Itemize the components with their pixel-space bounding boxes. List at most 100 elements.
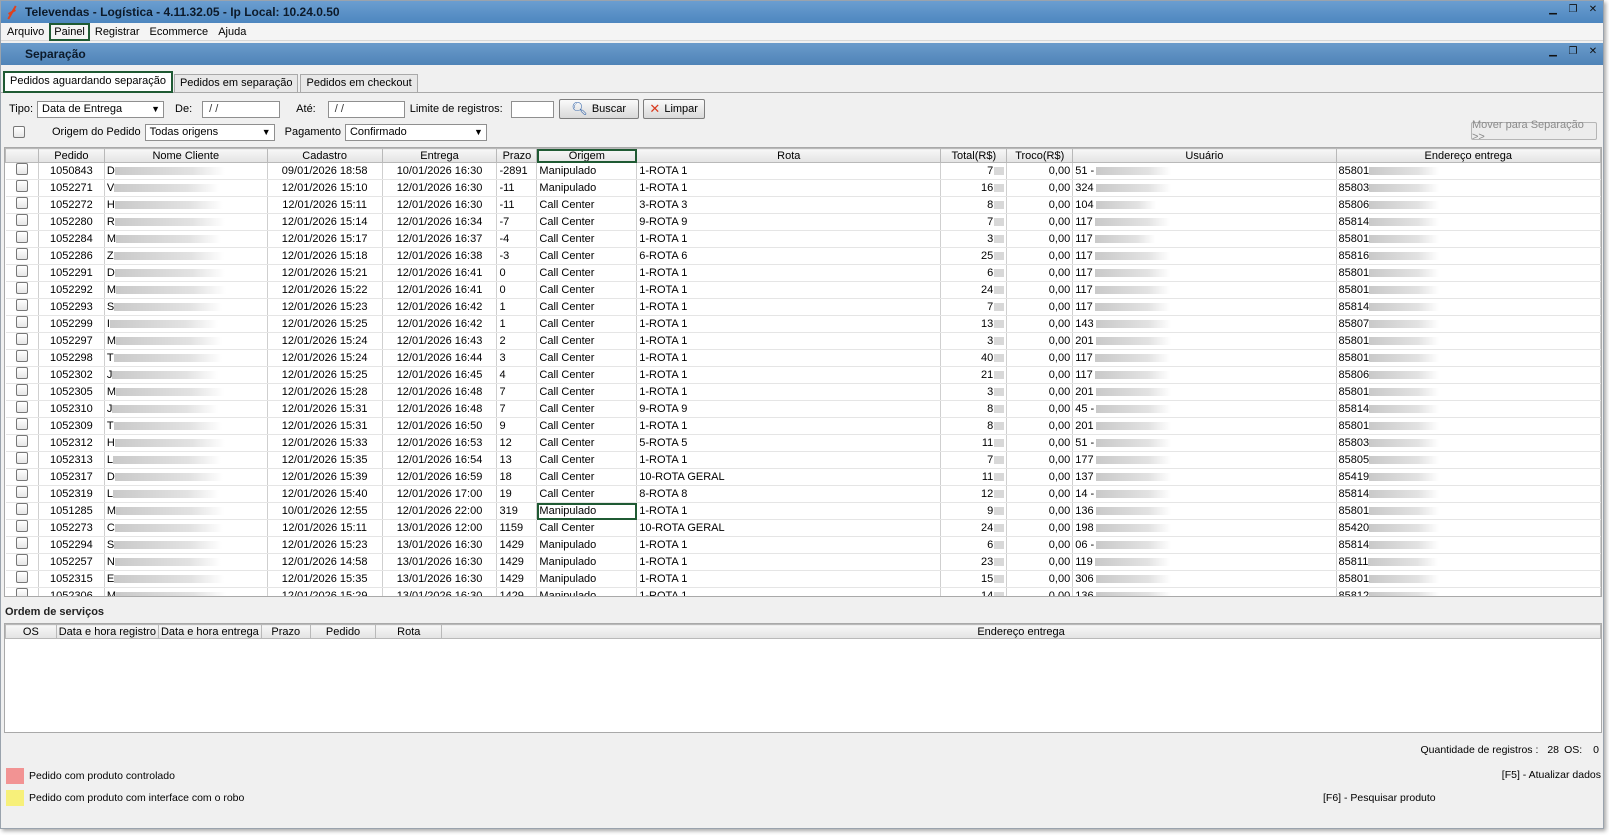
table-row[interactable]: 1052313 L 12/01/2026 15:35 12/01/2026 16:54… [5,451,1601,469]
row-checkbox[interactable] [15,367,28,379]
table-row[interactable]: 1052299 I 12/01/2026 15:25 12/01/2026 16:42… [5,315,1601,333]
restore-icon[interactable]: ❐ [1567,4,1579,16]
menu-registrar[interactable]: Registrar [92,25,143,39]
col-header-usuario[interactable]: Usuário [1072,148,1337,163]
os-col-data-registro[interactable]: Data e hora registro [55,624,159,639]
row-checkbox[interactable] [15,282,28,294]
pedidos-grid[interactable]: Pedido Nome Cliente Cadastro Entrega Pra… [4,147,1602,597]
os-col-rota[interactable]: Rota [375,624,443,639]
row-checkbox[interactable] [15,503,28,515]
row-checkbox[interactable] [15,418,28,430]
panel-close-icon[interactable]: ✕ [1587,46,1599,58]
row-select-cell [5,196,39,214]
row-checkbox[interactable] [15,248,28,260]
menu-painel[interactable]: Painel [49,22,90,41]
table-row[interactable]: 1052272 H 12/01/2026 15:11 12/01/2026 16:30… [5,196,1601,214]
table-row[interactable]: 1051285 M 10/01/2026 12:55 12/01/2026 22:00… [5,502,1601,520]
row-checkbox[interactable] [15,214,28,226]
table-row[interactable]: 1052257 N 12/01/2026 14:58 13/01/2026 16:30… [5,553,1601,571]
os-col-endereco[interactable]: Endereço entrega [441,624,1601,639]
row-checkbox[interactable] [15,588,28,596]
col-header-origem[interactable]: Origem [536,148,638,163]
origem-select[interactable]: Todas origens ▼ [144,123,275,141]
row-checkbox[interactable] [15,197,28,209]
table-row[interactable]: 1052309 T 12/01/2026 15:31 12/01/2026 16:50… [5,417,1601,435]
row-checkbox[interactable] [15,554,28,566]
menu-ajuda[interactable]: Ajuda [215,25,249,39]
row-checkbox[interactable] [15,163,28,175]
table-row[interactable]: 1052280 R 12/01/2026 15:14 12/01/2026 16:34… [5,213,1601,231]
table-row[interactable]: 1052310 J 12/01/2026 15:31 12/01/2026 16:48… [5,400,1601,418]
table-row[interactable]: 1052294 S 12/01/2026 15:23 13/01/2026 16:30… [5,536,1601,554]
mover-separacao-button[interactable]: Mover para Separação >> [1471,119,1597,143]
row-checkbox[interactable] [15,350,28,362]
panel-minimize-icon[interactable]: ▁ [1547,46,1559,58]
table-row[interactable]: 1052286 Z 12/01/2026 15:18 12/01/2026 16:38… [5,247,1601,265]
close-icon[interactable]: ✕ [1587,4,1599,16]
table-row[interactable]: 1052317 D 12/01/2026 15:39 12/01/2026 16:59… [5,468,1601,486]
col-header-endereco[interactable]: Endereço entrega [1335,148,1601,163]
col-header-nome-cliente[interactable]: Nome Cliente [103,148,268,163]
row-checkbox[interactable] [15,537,28,549]
row-checkbox[interactable] [15,435,28,447]
col-header-troco[interactable]: Troco(R$) [1006,148,1074,163]
de-date-input[interactable]: / / [202,100,281,118]
os-grid[interactable]: OS Data e hora registro Data e hora entr… [4,623,1602,733]
row-checkbox[interactable] [15,384,28,396]
tab-em-checkout[interactable]: Pedidos em checkout [300,74,418,92]
table-row[interactable]: 1052291 D 12/01/2026 15:21 12/01/2026 16:41… [5,264,1601,282]
col-header-total[interactable]: Total(R$) [940,148,1008,163]
table-row[interactable]: 1052284 M 12/01/2026 15:17 12/01/2026 16:37… [5,230,1601,248]
select-all-checkbox[interactable] [13,126,25,138]
table-row[interactable]: 1052273 C 12/01/2026 15:11 13/01/2026 12:00… [5,519,1601,537]
panel-restore-icon[interactable]: ❐ [1567,46,1579,58]
col-header-entrega[interactable]: Entrega [381,148,498,163]
table-row[interactable]: 1052298 T 12/01/2026 15:24 12/01/2026 16:44… [5,349,1601,367]
os-col-prazo[interactable]: Prazo [260,624,311,639]
os-col-pedido[interactable]: Pedido [309,624,377,639]
table-row[interactable]: 1052292 M 12/01/2026 15:22 12/01/2026 16:41… [5,281,1601,299]
row-checkbox[interactable] [15,401,28,413]
row-checkbox[interactable] [15,486,28,498]
limite-registros-input[interactable] [510,100,554,118]
table-row[interactable]: 1052302 J 12/01/2026 15:25 12/01/2026 16:45… [5,366,1601,384]
os-col-data-entrega[interactable]: Data e hora entrega [157,624,262,639]
menu-arquivo[interactable]: Arquivo [4,25,47,39]
table-row[interactable]: 1052315 E 12/01/2026 15:35 13/01/2026 16:30… [5,570,1601,588]
row-checkbox[interactable] [15,265,28,277]
table-row[interactable]: 1052297 M 12/01/2026 15:24 12/01/2026 16:43… [5,332,1601,350]
tipo-select[interactable]: Data de Entrega ▼ [37,100,165,118]
ate-date-input[interactable]: / / [327,100,405,118]
cell-total: 11 [940,434,1008,452]
row-checkbox[interactable] [15,299,28,311]
row-checkbox[interactable] [15,333,28,345]
table-row[interactable]: 1052312 H 12/01/2026 15:33 12/01/2026 16:53… [5,434,1601,452]
total-value: 8 [987,419,994,432]
buscar-button[interactable]: 🔍︎ Buscar [558,99,639,119]
col-header-pedido[interactable]: Pedido [37,148,105,163]
menu-ecommerce[interactable]: Ecommerce [147,25,212,39]
tab-em-separacao[interactable]: Pedidos em separação [173,74,299,92]
table-row[interactable]: 1052319 L 12/01/2026 15:40 12/01/2026 17:00… [5,485,1601,503]
row-checkbox[interactable] [15,231,28,243]
table-row[interactable]: 1050843 D 09/01/2026 18:58 10/01/2026 16:30… [5,162,1601,180]
row-checkbox[interactable] [15,520,28,532]
os-col-os[interactable]: OS [5,624,57,639]
table-row[interactable]: 1052293 S 12/01/2026 15:23 12/01/2026 16:42… [5,298,1601,316]
row-checkbox[interactable] [15,316,28,328]
limpar-button[interactable]: ✕ Limpar [642,99,705,119]
row-checkbox[interactable] [15,469,28,481]
table-row[interactable]: 1052305 M 12/01/2026 15:28 12/01/2026 16:48… [5,383,1601,401]
row-checkbox[interactable] [15,180,28,192]
col-header-prazo[interactable]: Prazo [496,148,538,163]
table-row[interactable]: 1052306 M 12/01/2026 15:29 13/01/2026 16:30… [5,587,1601,596]
table-row[interactable]: 1052271 V 12/01/2026 15:10 12/01/2026 16:30… [5,179,1601,197]
col-header-cadastro[interactable]: Cadastro [266,148,383,163]
row-checkbox[interactable] [15,452,28,464]
col-header-rota[interactable]: Rota [636,148,942,163]
minimize-icon[interactable]: ▁ [1547,4,1559,16]
tab-aguardando-separacao[interactable]: Pedidos aguardando separação [3,71,173,93]
row-checkbox[interactable] [15,571,28,583]
col-header-select[interactable] [5,148,39,163]
pagamento-select[interactable]: Confirmado ▼ [344,123,487,141]
